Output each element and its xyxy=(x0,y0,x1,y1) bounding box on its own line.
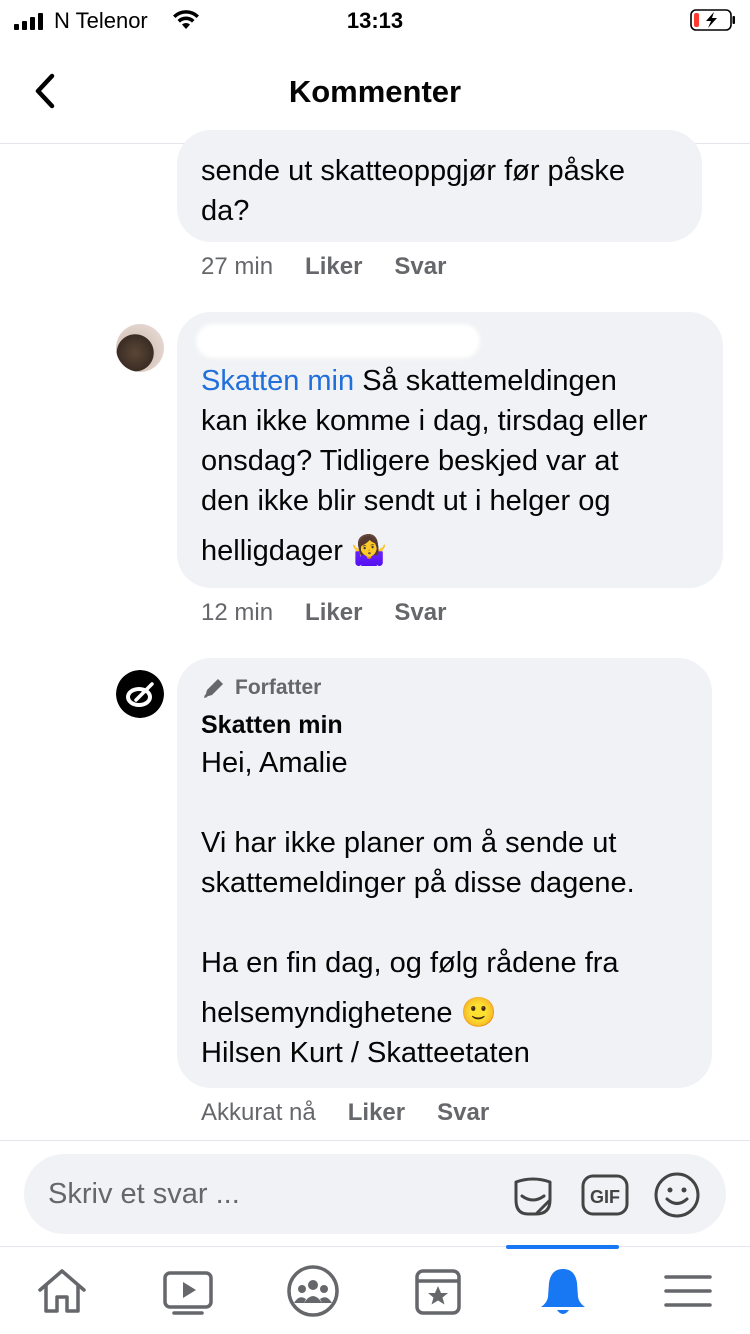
like-button[interactable]: Liker xyxy=(348,1099,405,1127)
comment-meta: Akkurat nå Liker Svar xyxy=(201,1099,489,1127)
comment-text: Hei, Amalie Vi har ikke planer om å send… xyxy=(201,747,635,1069)
home-icon[interactable] xyxy=(34,1263,90,1319)
author-badge: Forfatter xyxy=(201,675,321,701)
comment-text: sende ut skatteoppgjør før påske da? xyxy=(201,155,625,227)
divider xyxy=(0,1140,750,1141)
svg-text:GIF: GIF xyxy=(590,1187,620,1207)
comment-meta: 27 min Liker Svar xyxy=(201,253,446,281)
like-button[interactable]: Liker xyxy=(305,599,362,627)
clock: 13:13 xyxy=(346,8,404,33)
author-name[interactable]: Skatten min xyxy=(201,711,343,740)
pen-icon xyxy=(204,679,223,698)
reply-button[interactable]: Svar xyxy=(437,1099,489,1127)
gif-icon[interactable]: GIF xyxy=(580,1170,630,1220)
like-button[interactable]: Liker xyxy=(305,253,362,281)
sticker-icon[interactable] xyxy=(508,1170,558,1220)
reply-button[interactable]: Svar xyxy=(394,253,446,281)
page-title: Kommenter xyxy=(288,74,462,109)
comment-text: Skatten min Så skattemeldingen kan ikke … xyxy=(201,365,648,567)
timestamp: Akkurat nå xyxy=(201,1099,316,1126)
reply-input[interactable] xyxy=(48,1172,488,1216)
timestamp: 27 min xyxy=(201,253,274,280)
mention-link[interactable]: Skatten min xyxy=(201,365,354,397)
menu-icon[interactable] xyxy=(660,1263,716,1319)
tab-bar xyxy=(0,1245,750,1334)
notifications-bell-icon[interactable] xyxy=(535,1263,591,1319)
reply-button[interactable]: Svar xyxy=(394,599,446,627)
groups-icon[interactable] xyxy=(285,1263,341,1319)
header: Kommenter xyxy=(0,40,750,144)
status-bar: N Telenor 13:13 xyxy=(0,0,750,40)
timestamp: 12 min xyxy=(201,599,274,626)
emoji-icon[interactable] xyxy=(652,1170,702,1220)
shrug-emoji: 🤷‍♀️ xyxy=(350,535,388,567)
battery-charging-icon xyxy=(690,9,735,31)
watch-icon[interactable] xyxy=(160,1263,216,1319)
redacted-name xyxy=(196,324,480,358)
skatteetaten-logo-avatar[interactable] xyxy=(116,670,164,718)
active-tab-indicator xyxy=(506,1245,619,1249)
comment-meta: 12 min Liker Svar xyxy=(201,599,446,627)
reply-composer: GIF xyxy=(24,1154,726,1234)
avatar[interactable] xyxy=(116,324,164,372)
smile-emoji: 🙂 xyxy=(460,997,497,1029)
marketplace-icon[interactable] xyxy=(410,1263,466,1319)
